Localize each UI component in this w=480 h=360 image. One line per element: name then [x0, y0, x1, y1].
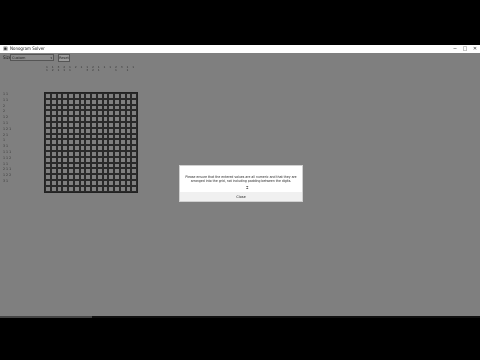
minimize-button[interactable]: ─: [450, 45, 460, 53]
maximize-button[interactable]: □: [460, 45, 470, 53]
grid-cell[interactable]: [131, 185, 137, 192]
toolbar: Size: Custom ▾ Reset: [0, 53, 480, 63]
dialog-close-button[interactable]: Close: [230, 194, 252, 200]
dialog-message: Please ensure that the entered values ar…: [185, 175, 297, 184]
puzzle-grid: [44, 92, 138, 193]
taskbar-progress: [0, 316, 92, 318]
app-window: ▣ Nonogram Solver ─ □ ✕ Size: Custom ▾ R…: [0, 45, 480, 316]
chevron-down-icon: ▾: [50, 56, 52, 60]
row-clue[interactable]: 3 1: [3, 179, 8, 185]
reset-button[interactable]: Reset: [58, 53, 70, 62]
close-button[interactable]: ✕: [470, 45, 480, 53]
size-dropdown-value: Custom: [12, 56, 26, 60]
window-title: Nonogram Solver: [10, 46, 45, 51]
app-icon: ▣: [3, 45, 8, 52]
column-clue[interactable]: 1: [130, 65, 136, 69]
dialog-body: Please ensure that the entered values ar…: [180, 166, 302, 192]
size-dropdown[interactable]: Custom ▾: [10, 54, 54, 61]
taskbar: [0, 316, 480, 318]
title-bar: ▣ Nonogram Solver ─ □ ✕: [0, 45, 480, 53]
error-dialog: Please ensure that the entered values ar…: [179, 165, 303, 202]
mouse-cursor-icon: ⌶: [246, 185, 249, 190]
